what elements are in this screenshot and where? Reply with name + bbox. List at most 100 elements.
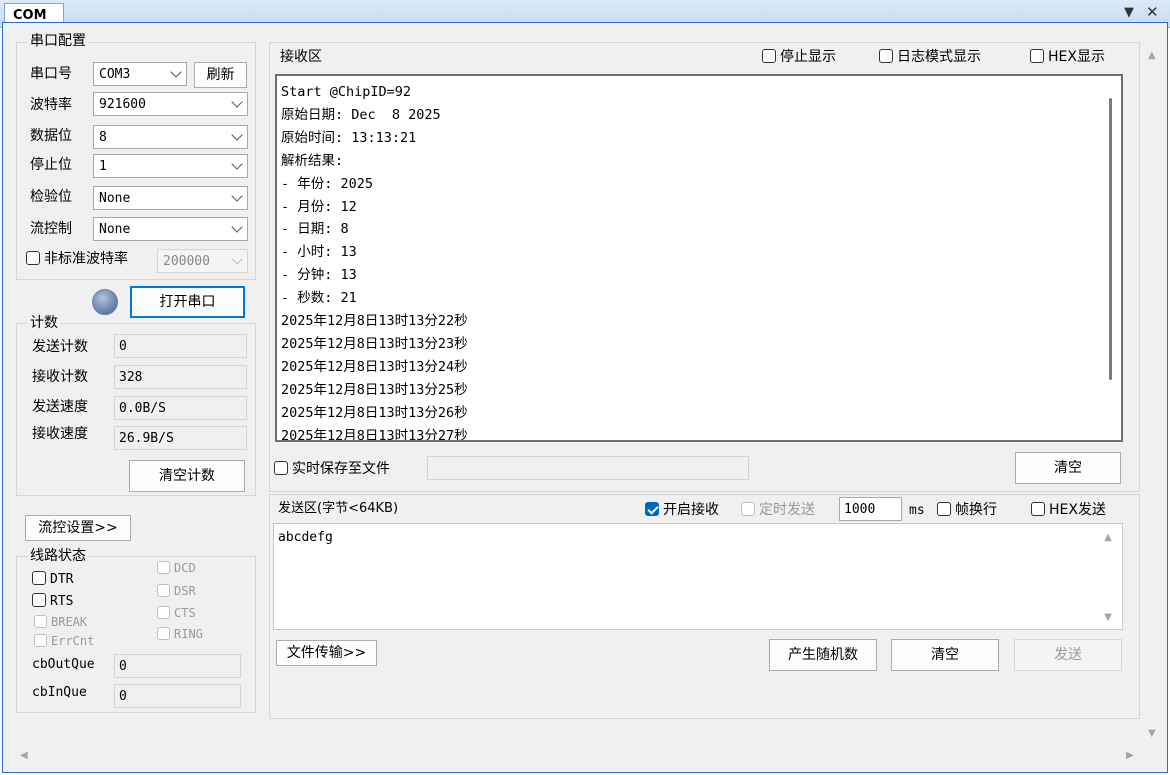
checkbox-icon: [34, 634, 47, 647]
horizontal-scrollbar[interactable]: ◀ ▶: [10, 748, 1150, 764]
checkbox-icon: [762, 49, 776, 63]
dsr-label: DSR: [174, 584, 196, 598]
chevron-down-icon: [231, 253, 243, 265]
receive-line: - 秒数: 21: [281, 290, 357, 307]
frame-newline-label: 帧换行: [955, 502, 997, 518]
send-count-value: 0: [114, 334, 247, 358]
random-number-button[interactable]: 产生随机数: [769, 639, 877, 671]
chevron-down-icon: [170, 66, 182, 78]
page-scroll-down-icon[interactable]: ▼: [1148, 728, 1156, 739]
receive-textarea[interactable]: Start @ChipID=92 原始日期: Dec 8 2025 原始时间: 13…: [275, 74, 1123, 442]
rts-checkbox[interactable]: RTS: [32, 593, 73, 611]
errcnt-label: ErrCnt: [51, 634, 95, 648]
checkbox-icon: [1031, 502, 1045, 516]
stop-display-label: 停止显示: [780, 49, 836, 65]
clear-send-button[interactable]: 清空: [891, 639, 999, 671]
port-status-led-icon: [92, 289, 118, 315]
chevron-down-icon: [231, 129, 243, 141]
send-title: 发送区(字节<64KB): [278, 501, 399, 516]
checkbox-icon: [879, 49, 893, 63]
receive-line: 2025年12月8日13时13分23秒: [281, 335, 468, 352]
page-scroll-up-icon[interactable]: ▲: [1148, 50, 1156, 61]
checkbox-icon: [157, 584, 170, 597]
send-button[interactable]: 发送: [1014, 639, 1122, 671]
chevron-down-icon: [231, 96, 243, 108]
port-select[interactable]: COM3: [93, 62, 187, 86]
hex-send-checkbox[interactable]: HEX发送: [1031, 501, 1106, 519]
outque-value: 0: [114, 654, 241, 678]
save-path-field[interactable]: [427, 456, 749, 480]
receive-line: - 日期: 8: [281, 221, 349, 238]
stopbits-select[interactable]: 1: [93, 154, 248, 178]
nonstd-baud-label: 非标准波特率: [44, 251, 128, 267]
stop-display-checkbox[interactable]: 停止显示: [762, 48, 836, 66]
refresh-button[interactable]: 刷新: [194, 62, 247, 88]
hex-display-label: HEX显示: [1048, 49, 1105, 65]
open-port-button[interactable]: 打开串口: [130, 286, 245, 318]
clear-counters-button[interactable]: 清空计数: [129, 460, 245, 492]
scroll-left-icon[interactable]: ◀: [20, 750, 28, 761]
scroll-right-icon[interactable]: ▶: [1126, 750, 1134, 761]
send-count-label: 发送计数: [32, 339, 88, 355]
receive-line: - 年份: 2025: [281, 175, 374, 192]
inque-label: cbInQue: [32, 685, 87, 700]
flow-settings-button[interactable]: 流控设置>>: [25, 515, 131, 541]
inque-value: 0: [114, 684, 241, 708]
clear-receive-button[interactable]: 清空: [1015, 452, 1121, 484]
enable-receive-checkbox[interactable]: 开启接收: [645, 501, 719, 519]
receive-line: 解析结果:: [281, 152, 344, 169]
scroll-down-icon[interactable]: ▼: [1104, 612, 1112, 623]
cts-indicator: CTS: [157, 605, 196, 621]
line-status-title: 线路状态: [28, 548, 88, 564]
checkbox-checked-icon: [645, 502, 659, 516]
receive-scrollbar[interactable]: [1109, 98, 1112, 380]
receive-line: - 小时: 13: [281, 244, 357, 261]
baud-select[interactable]: 921600: [93, 92, 248, 116]
nonstd-baud-value: 200000: [163, 254, 210, 269]
flow-label: 流控制: [30, 221, 72, 237]
send-textarea[interactable]: abcdefg ▲ ▼: [273, 523, 1123, 630]
hex-display-checkbox[interactable]: HEX显示: [1030, 48, 1105, 66]
parity-select[interactable]: None: [93, 186, 248, 210]
checkbox-icon: [157, 627, 170, 640]
timed-send-checkbox[interactable]: 定时发送: [741, 501, 815, 519]
checkbox-icon: [1030, 49, 1044, 63]
receive-line: 2025年12月8日13时13分25秒: [281, 381, 468, 398]
checkbox-icon: [32, 571, 46, 585]
baud-label: 波特率: [30, 97, 72, 113]
dtr-checkbox[interactable]: DTR: [32, 571, 73, 589]
scroll-up-icon[interactable]: ▲: [1104, 532, 1112, 543]
interval-input[interactable]: 1000: [839, 497, 902, 521]
dropdown-icon[interactable]: ▼: [1124, 5, 1134, 20]
send-speed-label: 发送速度: [32, 399, 88, 415]
port-label: 串口号: [30, 66, 72, 82]
nonstd-baud-checkbox[interactable]: 非标准波特率: [26, 250, 128, 268]
flow-select[interactable]: None: [93, 217, 248, 241]
send-text: abcdefg: [278, 530, 333, 545]
log-mode-checkbox[interactable]: 日志模式显示: [879, 48, 981, 66]
recv-speed-label: 接收速度: [32, 426, 88, 442]
receive-line: - 分钟: 13: [281, 267, 357, 284]
databits-select[interactable]: 8: [93, 125, 248, 149]
file-transfer-button[interactable]: 文件传输>>: [276, 640, 377, 666]
outque-label: cbOutQue: [32, 657, 95, 672]
timed-send-label: 定时发送: [759, 502, 815, 518]
frame-newline-checkbox[interactable]: 帧换行: [937, 501, 997, 519]
recv-count-value: 328: [114, 365, 247, 389]
checkbox-icon: [32, 593, 46, 607]
save-realtime-label: 实时保存至文件: [292, 461, 390, 477]
receive-line: 原始时间: 13:13:21: [281, 129, 417, 146]
counters-title: 计数: [28, 315, 60, 331]
hex-send-label: HEX发送: [1049, 502, 1106, 518]
send-speed-value: 0.0B/S: [114, 396, 247, 420]
dsr-indicator: DSR: [157, 583, 196, 599]
receive-line: 2025年12月8日13时13分22秒: [281, 313, 468, 330]
stopbits-value: 1: [99, 159, 107, 174]
close-icon[interactable]: ✕: [1146, 3, 1159, 21]
errcnt-checkbox: ErrCnt: [34, 633, 94, 649]
nonstd-baud-select[interactable]: 200000: [157, 249, 248, 273]
parity-value: None: [99, 191, 131, 206]
receive-line: Start @ChipID=92: [281, 84, 412, 100]
save-realtime-checkbox[interactable]: 实时保存至文件: [274, 460, 390, 478]
cts-label: CTS: [174, 606, 196, 620]
